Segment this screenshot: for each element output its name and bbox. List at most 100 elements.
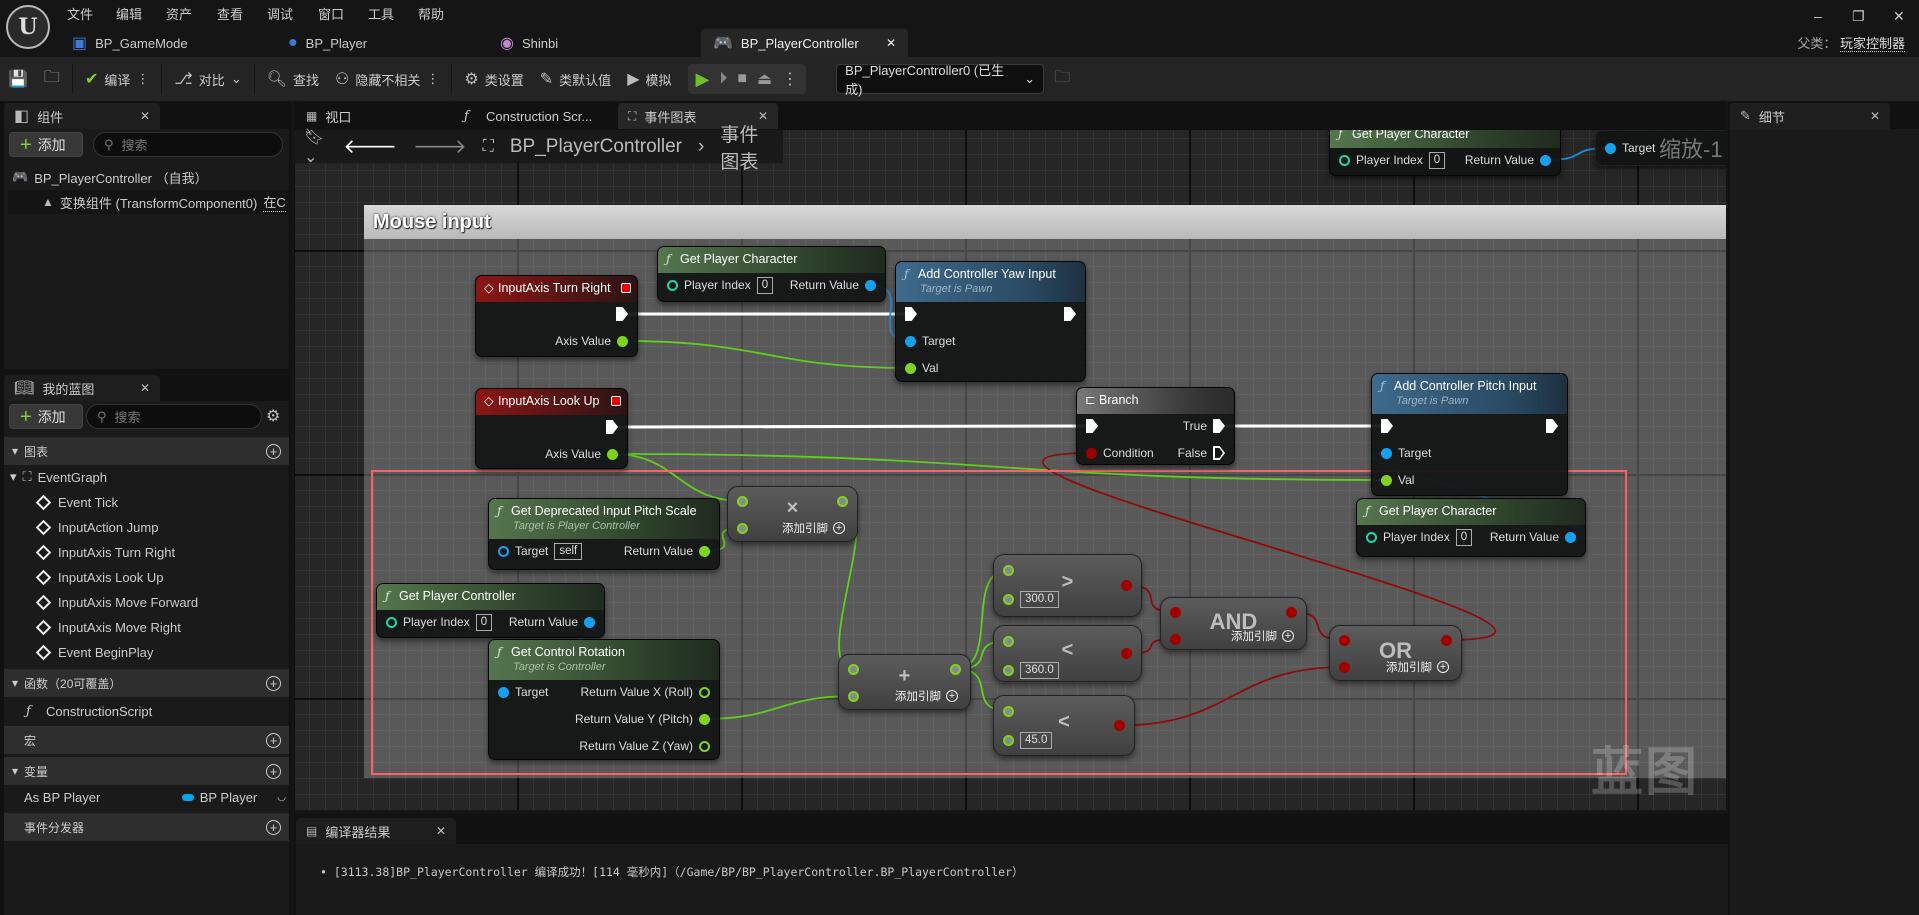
- object-pin-icon[interactable]: [1605, 142, 1616, 154]
- doc-tab-bp-playercontroller[interactable]: 🎮 BP_PlayerController ✕: [701, 29, 908, 57]
- bool-pin-icon[interactable]: [1170, 633, 1181, 645]
- section-functions[interactable]: ▾ 函数（20可覆盖） +: [4, 669, 289, 697]
- pin-return-value-out[interactable]: Return Value: [1465, 151, 1551, 169]
- pin-float-in[interactable]: 45.0: [1003, 731, 1053, 749]
- pin-default-value-input[interactable]: 0: [1455, 528, 1473, 546]
- exec-pin-icon[interactable]: [616, 307, 628, 321]
- pin-float-in[interactable]: 360.0: [1003, 661, 1059, 679]
- add-circle-icon[interactable]: +: [266, 763, 281, 779]
- pin-float-in[interactable]: [1003, 632, 1014, 650]
- exec-pin-icon[interactable]: [1064, 307, 1076, 321]
- pin-default-value-input[interactable]: self: [554, 542, 583, 560]
- node-add[interactable]: + 添加引脚 +: [838, 654, 971, 710]
- pin-default-value-input[interactable]: 360.0: [1020, 661, 1059, 679]
- event-graph-canvas[interactable]: Mouse input ◇ InputAxis Turn Right Axis Va…: [294, 130, 1726, 810]
- close-tab-icon[interactable]: ✕: [886, 36, 896, 50]
- node-lt2[interactable]: <45.0: [993, 695, 1135, 756]
- doc-tab-shinbi[interactable]: ◉ Shinbi: [488, 29, 570, 57]
- exec-pin-icon[interactable]: [1381, 419, 1393, 433]
- event-item[interactable]: InputAxis Move Right: [4, 615, 289, 640]
- node-gpc2[interactable]: ƒ Get Player Character Player Index 0 Return…: [1356, 498, 1586, 557]
- pin-float-in[interactable]: [1003, 561, 1014, 579]
- pin-player-index-in[interactable]: Player Index 0: [667, 276, 774, 294]
- pin-bool-in[interactable]: [1170, 603, 1181, 621]
- close-window-icon[interactable]: ✕: [1893, 8, 1905, 25]
- back-arrow-icon[interactable]: 🡐: [343, 134, 397, 159]
- pin-exec-in[interactable]: [1381, 417, 1393, 435]
- bool-pin-icon[interactable]: [1286, 606, 1297, 618]
- event-item[interactable]: Event BeginPlay: [4, 640, 289, 665]
- exec-pin-icon[interactable]: [905, 307, 917, 321]
- pin-exec-out[interactable]: [616, 305, 628, 323]
- doc-tab-bp-gamemode[interactable]: ▣ BP_GameMode: [60, 29, 200, 57]
- pin-exec-out[interactable]: [606, 418, 618, 436]
- bool-pin-icon[interactable]: [1121, 580, 1132, 591]
- int-pin-icon[interactable]: [386, 616, 397, 628]
- add-circle-icon[interactable]: +: [266, 819, 281, 835]
- pin-val-in[interactable]: Val: [1381, 471, 1414, 489]
- event-graph-item[interactable]: ▾ ⛶ EventGraph: [10, 465, 107, 489]
- float-pin-icon[interactable]: [1003, 705, 1014, 717]
- tab-viewport[interactable]: ▦ 视口: [296, 103, 456, 129]
- float-pin-icon[interactable]: [699, 545, 710, 557]
- comment-title[interactable]: Mouse input: [364, 205, 1726, 239]
- eject-icon[interactable]: ⏏: [757, 69, 772, 89]
- float-pin-icon[interactable]: [950, 663, 961, 675]
- find-in-browser-icon[interactable]: 🗀: [1054, 66, 1070, 93]
- forward-arrow-icon[interactable]: 🡒: [413, 134, 467, 159]
- float-pin-icon[interactable]: [699, 686, 710, 698]
- restore-icon[interactable]: ❐: [1852, 8, 1865, 25]
- parent-class-link[interactable]: 玩家控制器: [1839, 36, 1905, 52]
- step-icon[interactable]: ⏵: [719, 70, 727, 88]
- object-pin-icon[interactable]: [1381, 447, 1392, 459]
- pin-target-in[interactable]: Target self: [498, 542, 583, 560]
- pin-exec-out[interactable]: [1064, 305, 1076, 323]
- section-graphs[interactable]: ▾ 图表 +: [4, 437, 289, 465]
- more-options-icon[interactable]: ⋮: [426, 71, 439, 87]
- pin-float-in[interactable]: 300.0: [1003, 590, 1059, 608]
- float-pin-icon[interactable]: [1003, 635, 1014, 647]
- components-search-input[interactable]: ⚲ 搜索: [93, 132, 283, 157]
- menu-debug[interactable]: 调试: [267, 4, 293, 23]
- pin-bool-in[interactable]: [1339, 658, 1350, 676]
- pin-target-in[interactable]: Target: [905, 332, 955, 350]
- pin-return-value-out[interactable]: Return Value: [624, 542, 710, 560]
- pin-return-value-y-pitch-out[interactable]: Return Value Y (Pitch): [575, 710, 710, 728]
- pin-return-value-out[interactable]: Return Value: [790, 276, 876, 294]
- pin-default-value-input[interactable]: 45.0: [1020, 731, 1053, 749]
- pin-float-in[interactable]: [848, 687, 859, 705]
- tab-details[interactable]: ✎ 细节 ✕: [1730, 103, 1890, 129]
- pin-bool-out[interactable]: [1121, 645, 1132, 663]
- class-settings-button[interactable]: ⚙ 类设置: [456, 63, 531, 95]
- bool-pin-icon[interactable]: [1121, 648, 1132, 659]
- gear-icon[interactable]: ⚙: [266, 406, 280, 426]
- node-branch[interactable]: ⊏ Branch Condition True False: [1076, 387, 1235, 465]
- menu-asset[interactable]: 资产: [166, 4, 192, 23]
- variable-item[interactable]: As BP Player BP Player ◡: [24, 785, 286, 809]
- node-gpc-top[interactable]: ƒ Get Player Character Player Index 0 Return…: [1329, 130, 1561, 176]
- more-options-icon[interactable]: ⋮: [136, 71, 149, 87]
- node-mul[interactable]: × 添加引脚 +: [727, 486, 858, 542]
- node-and[interactable]: AND 添加引脚 +: [1160, 597, 1307, 650]
- pin-float-out[interactable]: [950, 660, 961, 678]
- pin-player-index-in[interactable]: Player Index 0: [386, 613, 493, 631]
- bool-pin-icon[interactable]: [1339, 661, 1350, 673]
- pin-bool-out[interactable]: [1286, 603, 1297, 621]
- component-root[interactable]: 🎮 BP_PlayerController （自我）: [12, 165, 208, 189]
- menu-tools[interactable]: 工具: [368, 4, 394, 23]
- my-blueprint-search-input[interactable]: ⚲ 搜索: [86, 404, 262, 429]
- float-pin-icon[interactable]: [699, 740, 710, 752]
- eye-closed-icon[interactable]: ◡: [277, 792, 286, 803]
- node-gt[interactable]: >300.0: [993, 554, 1142, 617]
- float-pin-icon[interactable]: [737, 522, 748, 534]
- pin-default-value-input[interactable]: 0: [1428, 151, 1446, 169]
- float-pin-icon[interactable]: [905, 362, 916, 374]
- pin-bool-out[interactable]: [1441, 631, 1452, 649]
- add-member-button[interactable]: + 添加: [9, 404, 83, 429]
- exec-pin-icon[interactable]: [1213, 419, 1225, 433]
- pin-exec-in[interactable]: [905, 305, 917, 323]
- minimize-icon[interactable]: –: [1814, 8, 1822, 24]
- node-gpctrl[interactable]: ƒ Get Player Controller Player Index 0 Retur…: [376, 583, 605, 638]
- menu-window[interactable]: 窗口: [318, 4, 344, 23]
- pin-exec-out[interactable]: [1546, 417, 1558, 435]
